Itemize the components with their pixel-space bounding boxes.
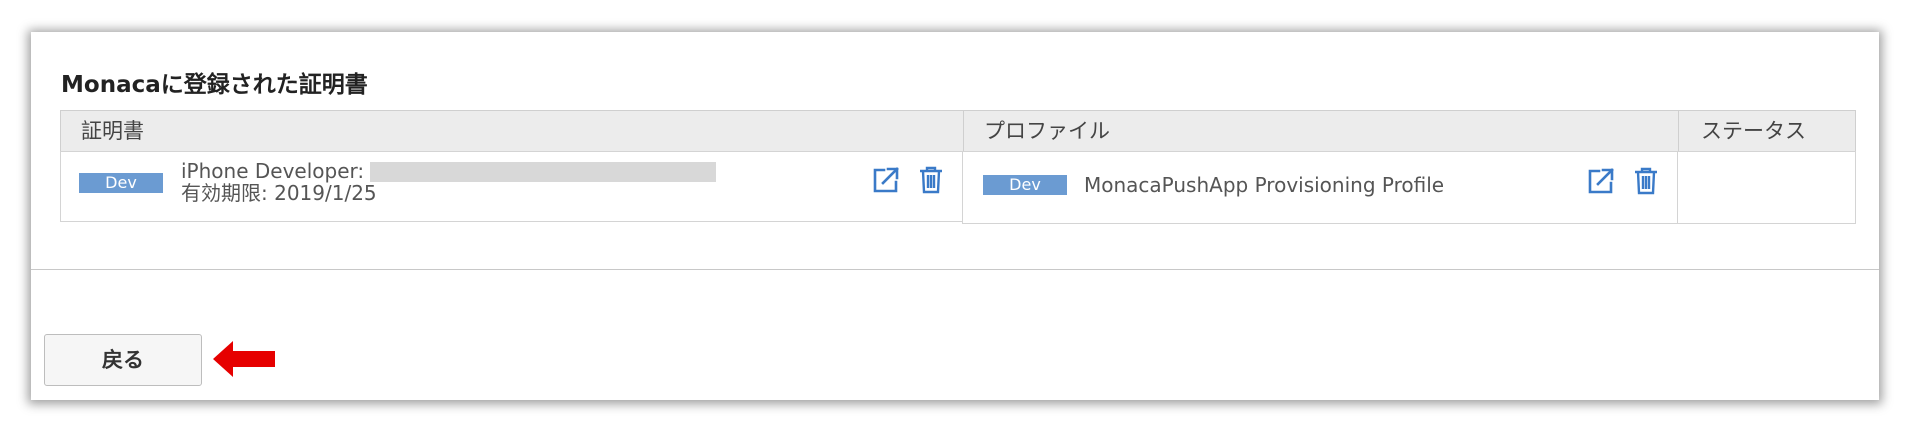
certificate-dev-badge: Dev bbox=[79, 173, 163, 193]
profile-dev-badge: Dev bbox=[983, 175, 1067, 195]
back-button[interactable]: 戻る bbox=[44, 334, 202, 386]
certificate-expiry: 有効期限: 2019/1/25 bbox=[181, 181, 377, 205]
header-certificate: 証明書 bbox=[81, 119, 144, 143]
certificate-open-external-icon[interactable] bbox=[871, 165, 901, 195]
certificates-panel: Monacaに登録された証明書 証明書 プロファイル ステータス Dev iPh… bbox=[31, 32, 1879, 400]
profile-cell: Dev MonacaPushApp Provisioning Profile bbox=[962, 151, 1678, 224]
certificate-name: iPhone Developer: bbox=[181, 159, 717, 183]
certificate-delete-trash-icon[interactable] bbox=[916, 165, 946, 195]
profile-delete-trash-icon[interactable] bbox=[1631, 166, 1661, 196]
table-header-row: 証明書 プロファイル ステータス bbox=[60, 110, 1856, 152]
header-status: ステータス bbox=[1678, 111, 1855, 151]
certificate-cell: Dev iPhone Developer: 有効期限: 2019/1/25 bbox=[60, 151, 963, 222]
status-cell bbox=[1677, 151, 1856, 224]
profile-name: MonacaPushApp Provisioning Profile bbox=[1084, 173, 1445, 197]
section-title: Monacaに登録された証明書 bbox=[61, 72, 368, 98]
certificate-name-prefix: iPhone Developer: bbox=[181, 159, 365, 183]
section-divider bbox=[31, 269, 1879, 270]
header-profile: プロファイル bbox=[963, 111, 1678, 151]
profile-open-external-icon[interactable] bbox=[1586, 166, 1616, 196]
red-arrow-left-icon bbox=[213, 339, 275, 379]
redacted-certificate-name bbox=[370, 162, 717, 182]
